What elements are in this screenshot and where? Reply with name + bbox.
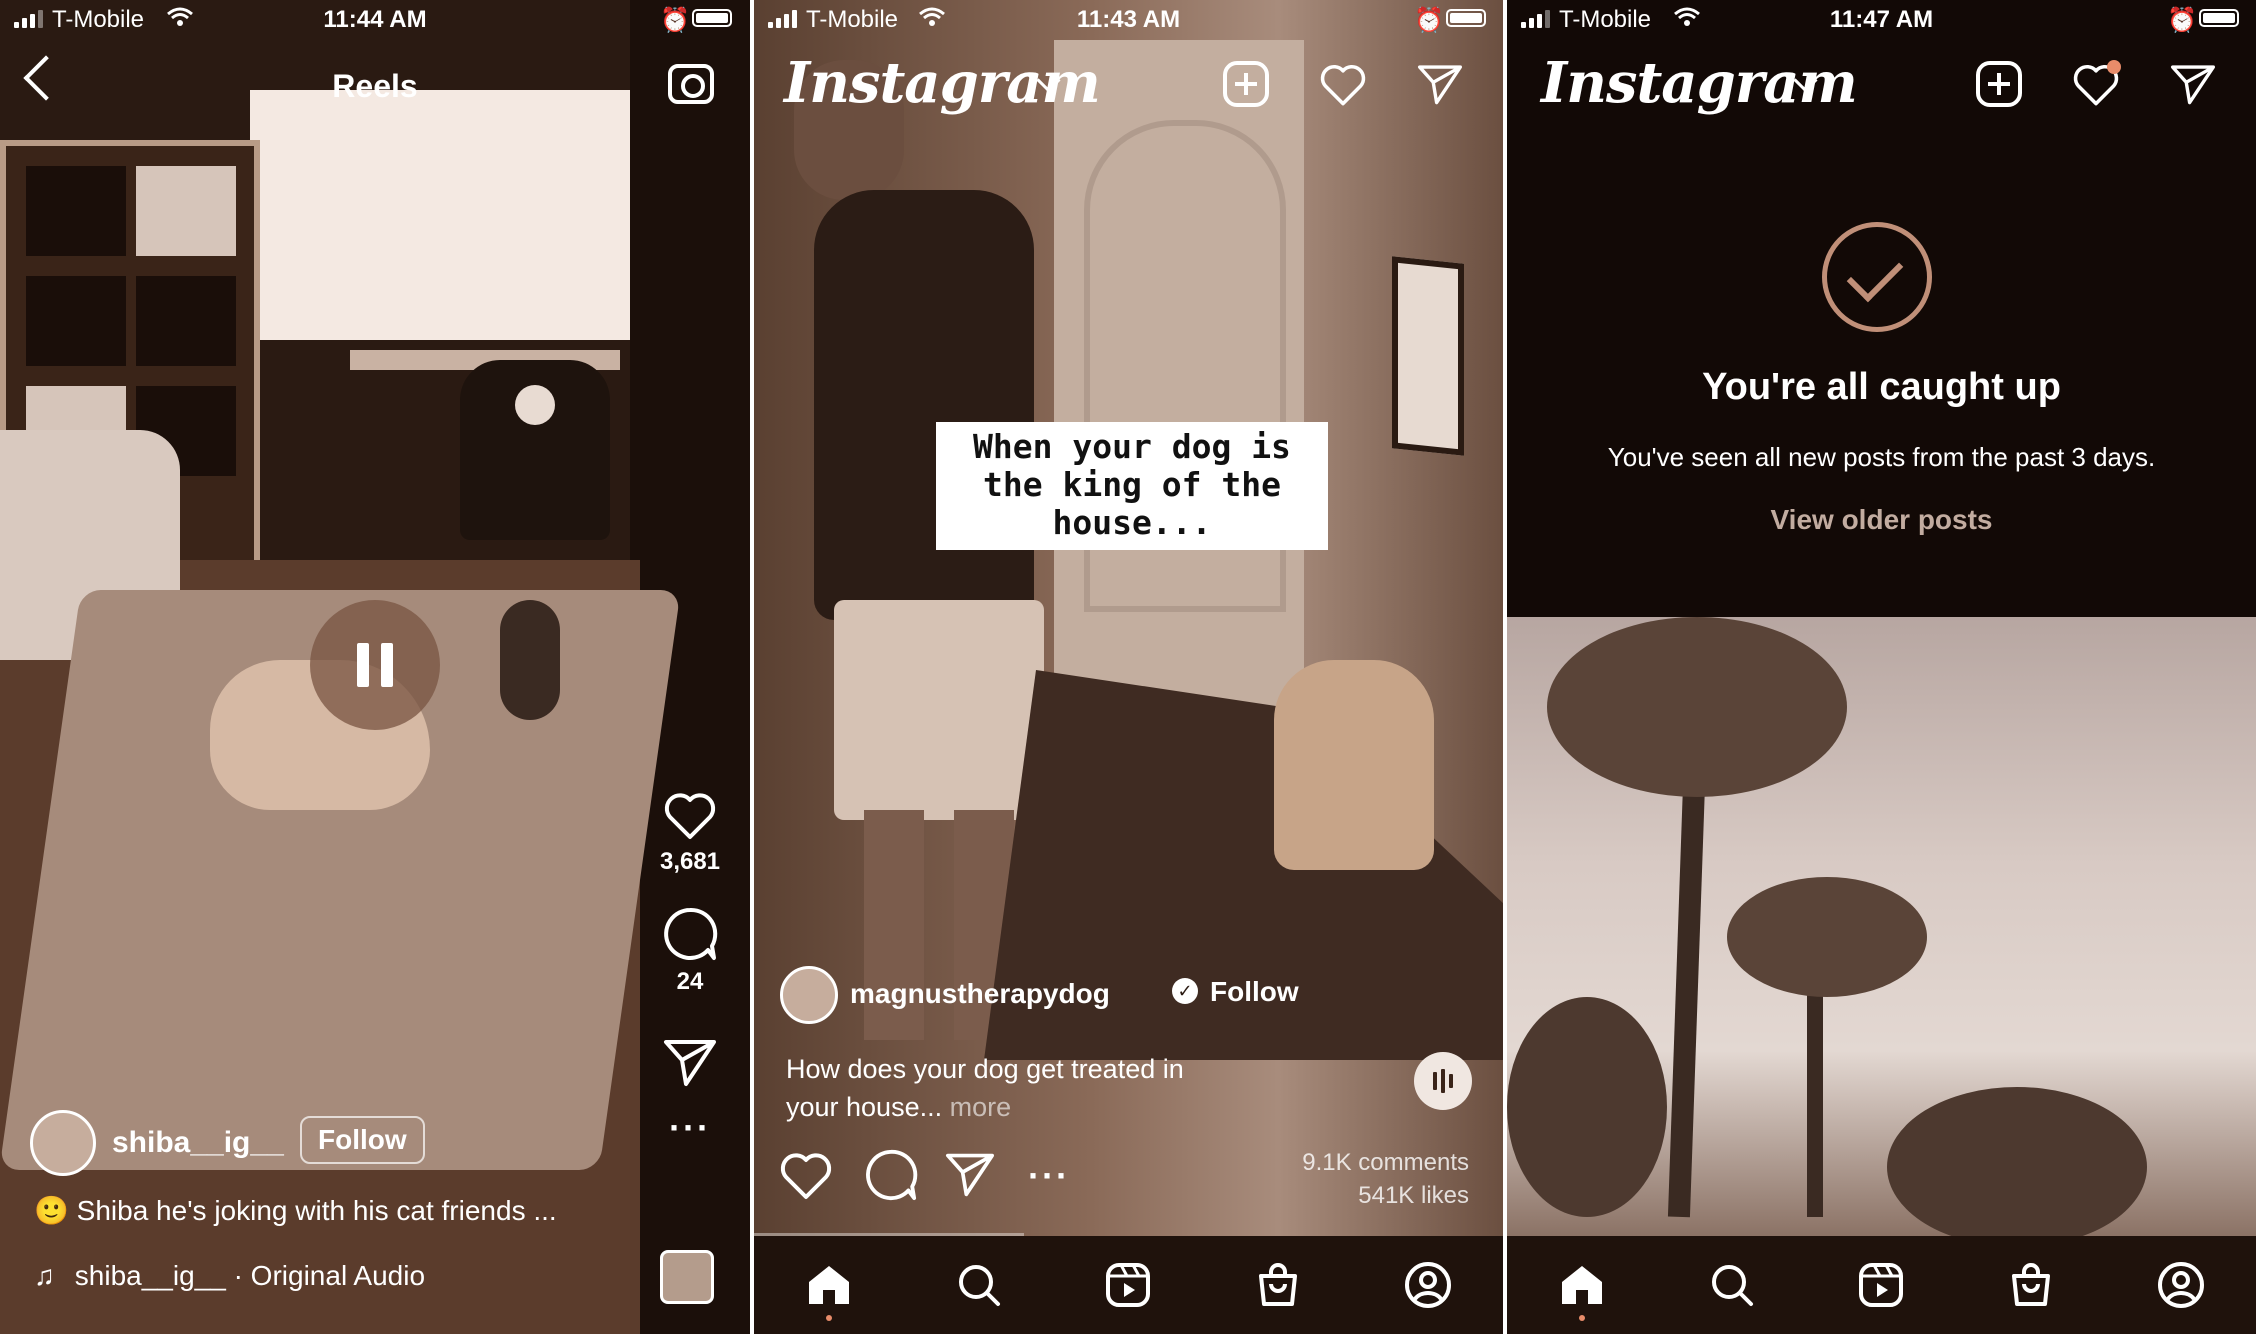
comment-icon[interactable] [662,906,718,962]
tab-reels[interactable] [1098,1255,1158,1315]
send-icon[interactable] [2169,62,2217,106]
status-bar: T-Mobile 11:47 AM ⏰ [1507,0,2256,40]
comment-icon[interactable] [864,1148,918,1202]
home-icon [808,1266,849,1304]
active-indicator [825,1315,832,1321]
more-icon[interactable]: ··· [650,1110,730,1146]
shop-icon [1259,1263,1298,1306]
home-icon [1561,1266,1602,1304]
post-caption[interactable]: How does your dog get treated in your ho… [786,1050,1206,1126]
search-icon [1711,1265,1753,1306]
audio-icon[interactable] [1414,1052,1472,1110]
music-note-icon: ♫ [34,1260,55,1291]
alarm-icon: ⏰ [2167,7,2197,34]
clock-time: 11:47 AM [1829,6,1934,33]
send-icon[interactable] [1416,62,1464,106]
reels-icon [1106,1263,1151,1307]
status-bar: T-Mobile 11:44 AM ⏰ [0,0,750,40]
like-count: 3,681 [659,848,721,875]
tab-search[interactable] [1702,1255,1762,1315]
tab-home[interactable] [799,1255,859,1321]
video-caption: When your dog is the king of the house..… [936,422,1328,550]
shop-icon [2012,1263,2051,1306]
active-indicator [1578,1315,1585,1321]
profile-icon [1405,1262,1452,1308]
reel-audio[interactable]: ♫ shiba__ig__ · Original Audio [34,1260,425,1292]
send-icon[interactable] [944,1150,996,1198]
heart-icon[interactable] [662,790,718,842]
comment-count[interactable]: 9.1K comments [1302,1146,1469,1179]
audio-thumbnail[interactable] [660,1250,714,1304]
reel-audio-text: shiba__ig__ · Original Audio [74,1260,426,1291]
tab-reels[interactable] [1851,1255,1911,1315]
page-title: Reels [332,68,418,104]
tab-shop[interactable] [2001,1255,2061,1315]
comment-count: 24 [676,968,704,995]
cat-figure [500,600,560,720]
caught-up-title: You're all caught up [1702,366,2061,408]
profile-icon [2158,1262,2205,1308]
like-count[interactable]: 541K likes [1302,1179,1469,1212]
alarm-icon: ⏰ [660,7,690,34]
reel-caption[interactable]: 🙂 Shiba he's joking with his cat friends… [34,1194,557,1227]
reel-author: shiba__ig__ Follow [30,1110,425,1176]
tab-profile[interactable] [1398,1255,1458,1315]
reel-username[interactable]: shiba__ig__ [112,1126,284,1160]
new-post-icon[interactable] [1975,60,2023,108]
new-post-icon[interactable] [1222,60,1270,108]
caught-up-subtitle: You've seen all new posts from the past … [1607,442,2156,472]
tab-bar [754,1236,1503,1334]
verified-icon: ✓ [1172,978,1198,1004]
feed-video-screen: When your dog is the king of the house..… [754,0,1503,1334]
heart-icon[interactable] [1318,62,1368,108]
clock-time: 11:43 AM [1076,6,1181,33]
post-author: magnustherapydog ✓ Follow [780,966,1299,1024]
palm-photo[interactable] [1507,617,2256,1247]
send-icon[interactable] [662,1036,718,1088]
reel-caption-text: Shiba he's joking with his cat friends .… [76,1195,557,1226]
dog-figure [1274,660,1434,870]
post-video[interactable] [754,0,1503,1334]
follow-button[interactable]: Follow [1210,976,1299,1008]
battery-icon [1446,9,1486,27]
tab-profile[interactable] [2151,1255,2211,1315]
caught-up-screen: T-Mobile 11:47 AM ⏰ Instagram You're all… [1507,0,2256,1334]
battery-icon [2199,9,2239,27]
heart-icon[interactable] [778,1150,834,1202]
man-figure [814,190,1034,620]
camera-icon[interactable] [668,64,714,104]
reels-icon [1859,1263,1904,1307]
avatar[interactable] [780,966,838,1024]
post-stats: 9.1K comments 541K likes [1302,1146,1469,1212]
post-username[interactable]: magnustherapydog [850,978,1110,1010]
reels-screen: T-Mobile 11:44 AM ⏰ Reels 3,681 24 ··· s… [0,0,750,1334]
more-icon[interactable]: ··· [1028,1158,1070,1194]
tab-shop[interactable] [1248,1255,1308,1315]
check-icon [1822,222,1932,332]
emoji-icon: 🙂 [34,1195,69,1226]
tab-search[interactable] [949,1255,1009,1315]
alarm-icon: ⏰ [1414,7,1444,34]
battery-icon [692,9,732,27]
pause-icon[interactable] [310,600,440,730]
reel-actions: 3,681 24 ··· [650,790,730,1146]
follow-button[interactable]: Follow [300,1116,425,1164]
view-older-posts-link[interactable]: View older posts [1507,504,2256,536]
more-link[interactable]: more [950,1092,1012,1122]
tab-bar [1507,1236,2256,1334]
tab-home[interactable] [1552,1255,1612,1321]
clock-time: 11:44 AM [323,6,427,33]
avatar[interactable] [30,1110,96,1176]
search-icon [958,1265,1000,1306]
activity-badge [2107,60,2121,74]
status-bar: T-Mobile 11:43 AM ⏰ [754,0,1503,40]
